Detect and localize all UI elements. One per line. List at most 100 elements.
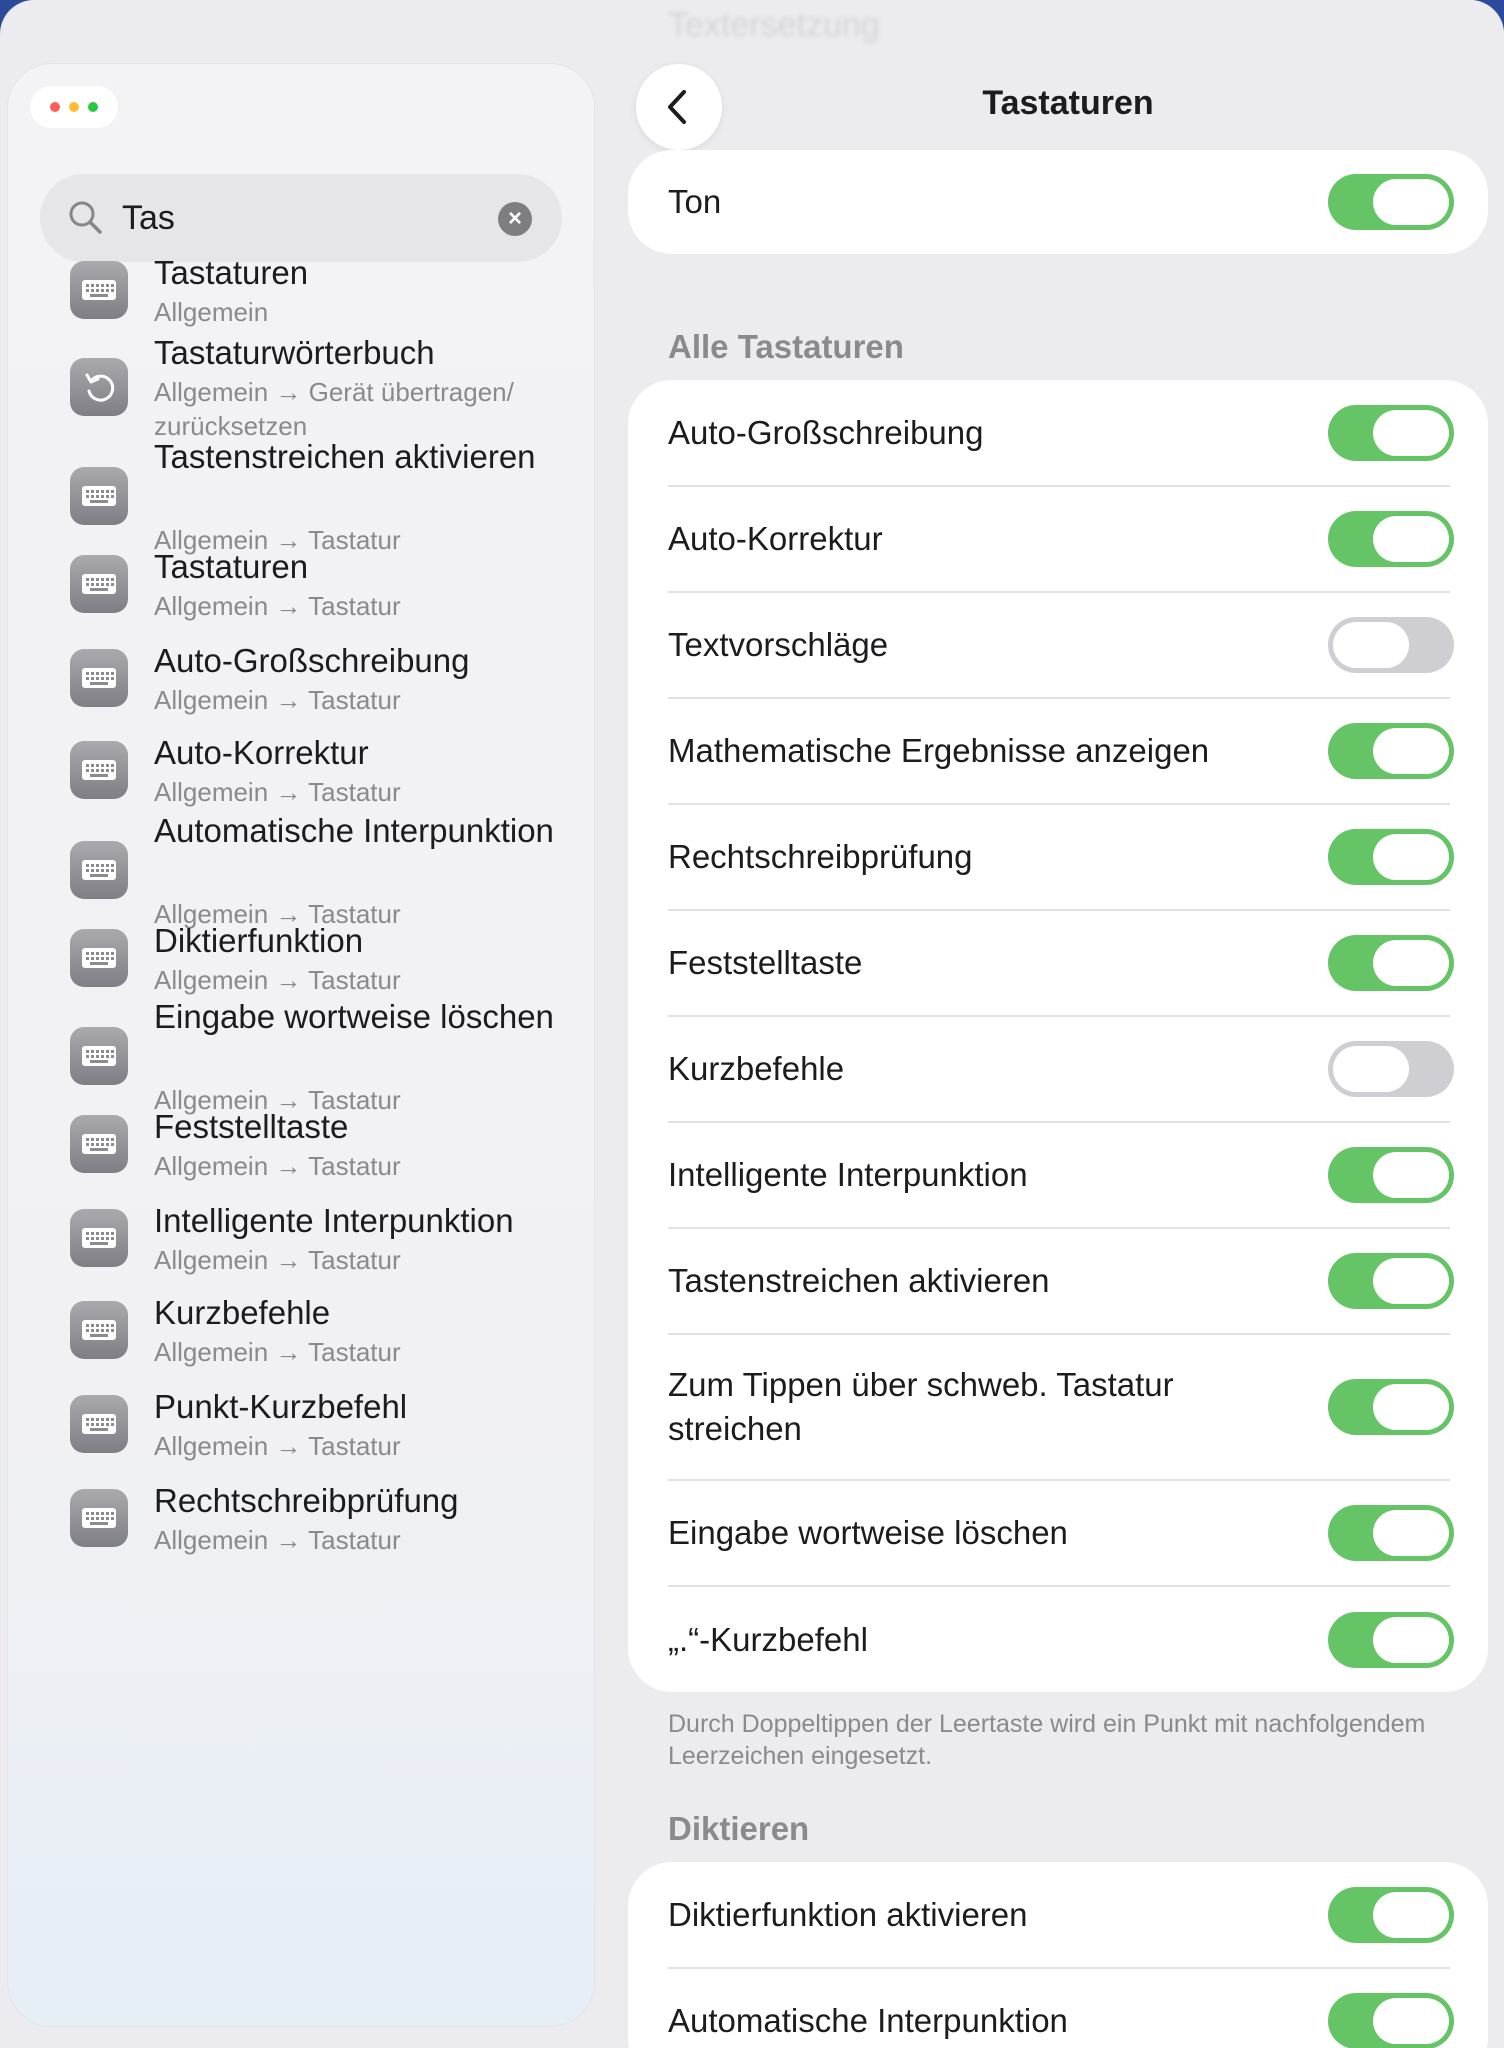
toggle-switch[interactable]: [1328, 617, 1454, 673]
search-result-item[interactable]: Tastaturen Allgemein: [8, 251, 594, 329]
settings-row: Eingabe wortweise löschen: [628, 1480, 1488, 1587]
zoom-dot[interactable]: [88, 102, 98, 112]
setting-label: Diktierfunktion aktivieren: [668, 1896, 1028, 1933]
search-result-item[interactable]: Kurzbefehle Allgemein → Tastatur: [8, 1291, 594, 1369]
setting-label: Rechtschreibprüfung: [668, 838, 973, 875]
search-result-item[interactable]: Rechtschreibprüfung Allgemein → Tastatur: [8, 1479, 594, 1557]
toggle-switch[interactable]: [1328, 1379, 1454, 1435]
keyboard-icon: [70, 841, 128, 899]
toggle-switch[interactable]: [1328, 1147, 1454, 1203]
result-title: Feststelltaste: [154, 1108, 349, 1145]
result-subtitle: Allgemein → Tastatur: [154, 1337, 401, 1367]
search-field[interactable]: Tas ×: [40, 174, 562, 262]
search-result-item[interactable]: Auto-Großschreibung Allgemein → Tastatur: [8, 639, 594, 717]
result-subtitle: Allgemein → Tastatur: [154, 1431, 401, 1461]
setting-label: Auto-Korrektur: [668, 520, 883, 557]
keyboard-icon: [70, 929, 128, 987]
search-result-item[interactable]: Feststelltaste Allgemein → Tastatur: [8, 1105, 594, 1183]
toggle-switch[interactable]: [1328, 1887, 1454, 1943]
settings-row: Mathematische Ergebnisse anzeigen: [628, 698, 1488, 805]
settings-row: Auto-Korrektur: [628, 486, 1488, 593]
toggle-knob: [1373, 1384, 1449, 1430]
toggle-switch[interactable]: [1328, 1253, 1454, 1309]
clear-search-icon[interactable]: ×: [498, 202, 532, 236]
minimize-dot[interactable]: [69, 102, 79, 112]
search-result-item[interactable]: Punkt-Kurzbefehl Allgemein → Tastatur: [8, 1385, 594, 1463]
result-title: Automatische Interpunktion: [154, 812, 554, 849]
toggle-switch[interactable]: [1328, 1505, 1454, 1561]
setting-label: Feststelltaste: [668, 944, 863, 981]
result-subtitle: Allgemein: [154, 297, 269, 327]
result-title: Tastaturen: [154, 548, 309, 585]
setting-label: Ton: [668, 183, 722, 220]
result-title: Eingabe wortweise löschen: [154, 998, 554, 1035]
toggle-switch[interactable]: [1328, 1612, 1454, 1668]
settings-row: „.“-Kurzbefehl: [628, 1586, 1488, 1694]
search-result-item[interactable]: Tastaturwörterbuch Allgemein → Gerät über…: [8, 331, 594, 443]
toggle-knob: [1373, 410, 1449, 456]
keyboard-icon: [70, 1027, 128, 1085]
setting-label: Zum Tippen über schweb. Tastatur streich…: [668, 1366, 1174, 1447]
toggle-knob: [1373, 1998, 1449, 2044]
toggle-switch[interactable]: [1328, 174, 1454, 230]
settings-row: Automatische Interpunktion: [628, 1968, 1488, 2048]
result-subtitle: Allgemein → Tastatur: [154, 965, 401, 995]
result-title: Punkt-Kurzbefehl: [154, 1388, 408, 1425]
toggle-knob: [1373, 834, 1449, 880]
dictation-card: Diktierfunktion aktivieren Automatische I…: [628, 1862, 1488, 2048]
result-title: Rechtschreibprüfung: [154, 1482, 459, 1519]
settings-row: Tastenstreichen aktivieren: [628, 1228, 1488, 1335]
search-input[interactable]: Tas: [122, 194, 502, 242]
toggle-switch[interactable]: [1328, 829, 1454, 885]
settings-row: Diktierfunktion aktivieren: [628, 1862, 1488, 1969]
result-subtitle: Allgemein → Tastatur: [154, 1151, 401, 1181]
window-controls[interactable]: [30, 86, 118, 128]
settings-row: Auto-Großschreibung: [628, 380, 1488, 487]
settings-row: Zum Tippen über schweb. Tastatur streich…: [628, 1334, 1488, 1481]
toggle-switch[interactable]: [1328, 723, 1454, 779]
screen: Textersetzung Tas × Tastaturen Allgemein T…: [0, 0, 1504, 2048]
search-result-item[interactable]: Auto-Korrektur Allgemein → Tastatur: [8, 731, 594, 809]
result-title: Diktierfunktion: [154, 922, 364, 959]
setting-label: Mathematische Ergebnisse anzeigen: [668, 732, 1210, 769]
back-button[interactable]: [636, 64, 722, 150]
search-result-item[interactable]: Tastenstreichen aktivieren Allgemein → Ta…: [8, 435, 594, 557]
search-result-item[interactable]: Diktierfunktion Allgemein → Tastatur: [8, 919, 594, 997]
scrolled-header-ghost: Textersetzung: [668, 6, 880, 44]
toggle-knob: [1373, 1258, 1449, 1304]
setting-label: „.“-Kurzbefehl: [668, 1621, 868, 1658]
result-subtitle: Allgemein → Gerät übertragen/ zurücksetz…: [154, 377, 514, 441]
toggle-knob: [1373, 728, 1449, 774]
toggle-switch[interactable]: [1328, 1993, 1454, 2048]
keyboard-icon: [70, 467, 128, 525]
search-result-item[interactable]: Eingabe wortweise löschen Allgemein → Tas…: [8, 995, 594, 1117]
page-title: Tastaturen: [982, 84, 1154, 122]
search-result-item[interactable]: Tastaturen Allgemein → Tastatur: [8, 545, 594, 623]
toggle-switch[interactable]: [1328, 511, 1454, 567]
chevron-left-icon: [668, 90, 686, 124]
keyboard-icon: [70, 1489, 128, 1547]
keyboard-icon: [70, 1209, 128, 1267]
settings-row: Rechtschreibprüfung: [628, 804, 1488, 911]
setting-label: Textvorschläge: [668, 626, 889, 663]
toggle-switch[interactable]: [1328, 935, 1454, 991]
toggle-switch[interactable]: [1328, 405, 1454, 461]
keyboard-icon: [70, 261, 128, 319]
settings-row: Kurzbefehle: [628, 1016, 1488, 1123]
section-footer: Durch Doppeltippen der Leertaste wird ei…: [668, 1710, 1426, 1770]
keyboard-icon: [70, 1395, 128, 1453]
toggle-knob: [1373, 179, 1449, 225]
toggle-knob: [1373, 1617, 1449, 1663]
close-dot[interactable]: [50, 102, 60, 112]
search-icon: [68, 200, 104, 241]
setting-label: Auto-Großschreibung: [668, 414, 984, 451]
settings-row: Textvorschläge: [628, 592, 1488, 699]
toggle-knob: [1373, 1510, 1449, 1556]
search-result-item[interactable]: Automatische Interpunktion Allgemein → Ta…: [8, 809, 594, 931]
sidebar: Tas × Tastaturen Allgemein Tastaturwörterb…: [8, 64, 594, 2026]
toggle-switch[interactable]: [1328, 1041, 1454, 1097]
result-title: Tastaturwörterbuch: [154, 334, 435, 371]
search-result-item[interactable]: Intelligente Interpunktion Allgemein → Ta…: [8, 1199, 594, 1277]
section-header-dictation: Diktieren: [668, 1810, 810, 1847]
keyboard-icon: [70, 741, 128, 799]
